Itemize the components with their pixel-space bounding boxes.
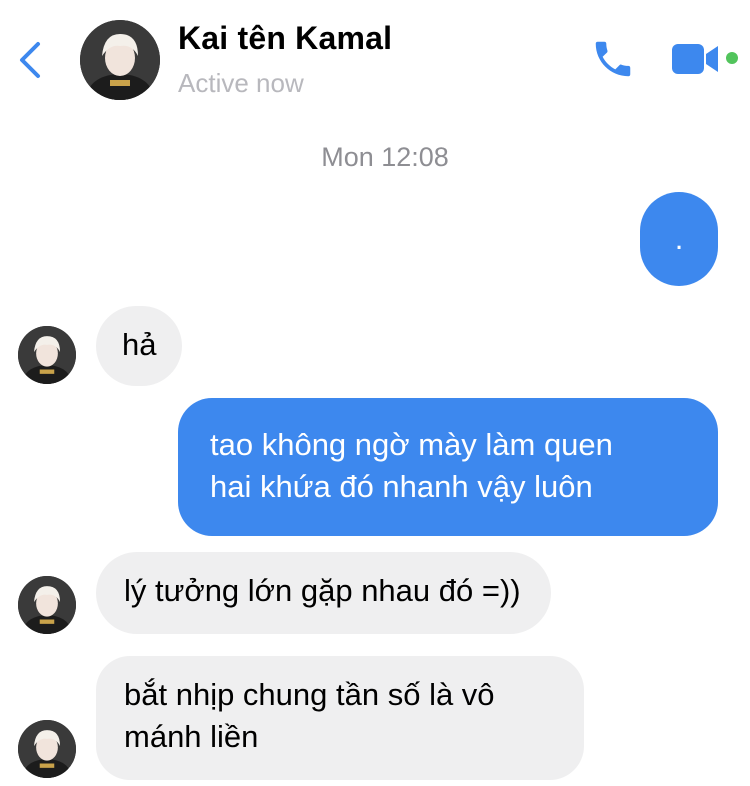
outgoing-message[interactable]: . [640,192,718,286]
video-camera-icon [672,44,718,74]
message-text: lý tưởng lớn gặp nhau đó =)) [124,573,521,608]
outgoing-message[interactable]: tao không ngờ mày làm quen hai khứa đó n… [178,398,718,536]
message-timestamp: Mon 12:08 [321,142,449,172]
back-chevron-icon [20,42,40,78]
incoming-message[interactable]: hả [96,306,183,386]
incoming-message[interactable]: lý tưởng lớn gặp nhau đó =)) [96,552,551,634]
contact-name[interactable]: Kai tên Kamal [178,20,392,57]
back-button[interactable] [14,38,46,82]
message-line: bắt nhịp chung tần số là vô [124,677,495,712]
message-text: . [674,221,684,256]
video-call-button[interactable] [670,40,722,78]
chat-header: Kai tên Kamal Active now [0,0,750,118]
active-status: Active now [178,68,304,98]
message-line: tao không ngờ mày làm quen [210,427,613,462]
incoming-message[interactable]: bắt nhịp chung tần số là vô mánh liền [96,656,584,780]
phone-icon [595,41,631,77]
sender-avatar[interactable] [18,720,76,778]
sender-avatar[interactable] [18,326,76,384]
sender-avatar[interactable] [18,576,76,634]
message-text: hả [122,327,157,362]
online-indicator [726,52,738,64]
contact-avatar[interactable] [80,20,160,100]
message-line: mánh liền [124,719,259,754]
voice-call-button[interactable] [590,36,636,82]
message-line: hai khứa đó nhanh vậy luôn [210,469,593,504]
